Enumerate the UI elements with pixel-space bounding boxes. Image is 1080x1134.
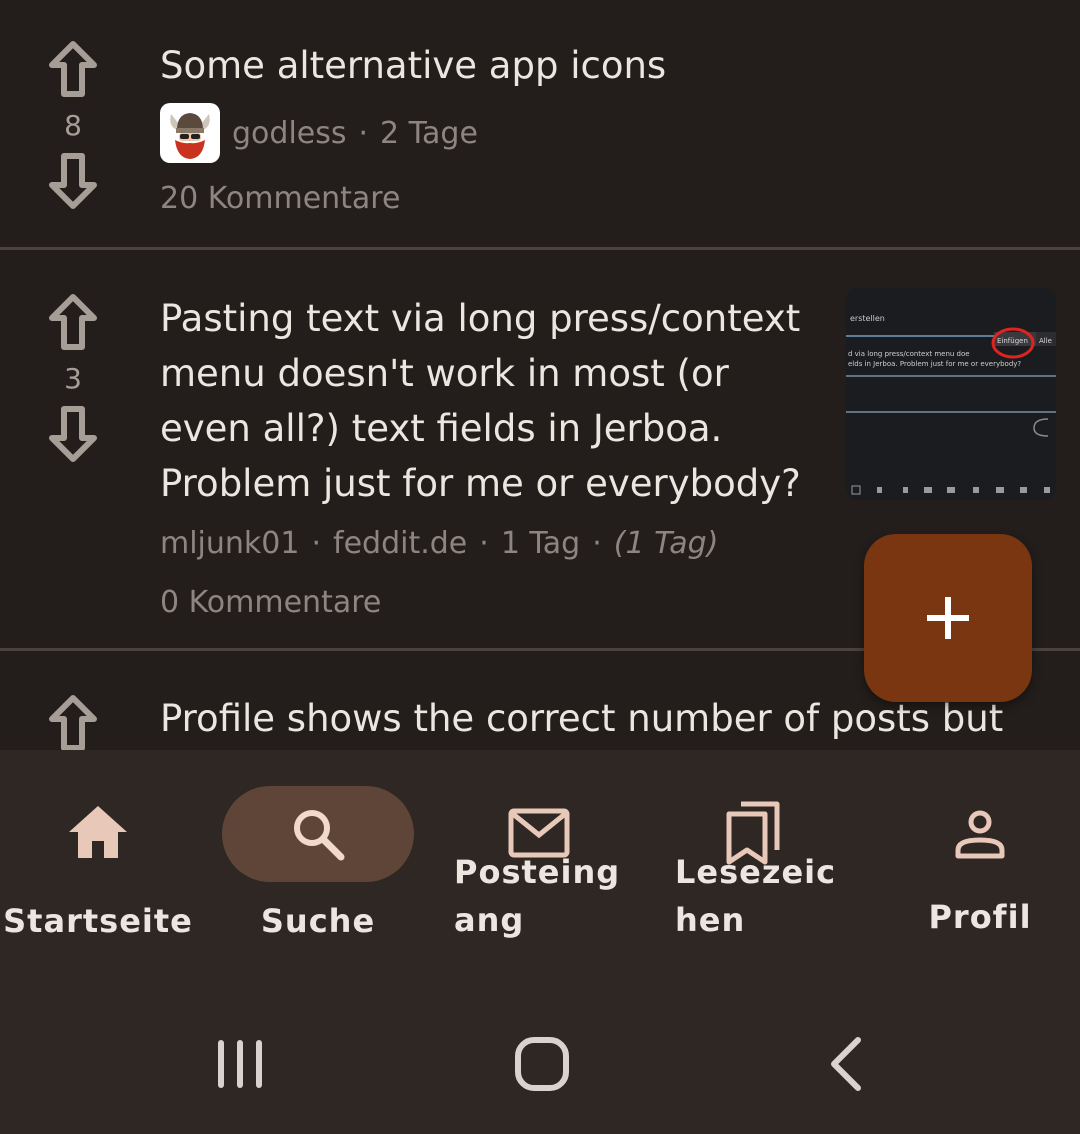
- nav-inbox[interactable]: Posteing ang: [454, 750, 624, 980]
- bottom-navigation: Startseite Suche Posteing ang Lesezeic h…: [0, 750, 1080, 980]
- vote-column: [48, 694, 98, 750]
- thumb-chip2: Alle: [1039, 337, 1052, 345]
- plus-icon: [927, 597, 969, 639]
- downvote-icon[interactable]: [48, 152, 98, 210]
- home-icon: [69, 806, 127, 858]
- vote-column: 3: [48, 293, 98, 463]
- nav-bookmarks-label-line2: hen: [675, 901, 746, 939]
- post-title[interactable]: Some alternative app icons: [160, 38, 820, 93]
- separator: ·: [311, 526, 322, 561]
- home-button-icon[interactable]: [514, 1036, 570, 1092]
- search-icon: [294, 810, 345, 861]
- post-meta: mljunk01 · feddit.de · 1 Tag · (1 Tag): [160, 526, 718, 561]
- nav-bookmarks-label: Lesezeic hen: [675, 848, 845, 944]
- post-age: 2 Tage: [380, 115, 478, 151]
- separator: ·: [358, 115, 369, 151]
- downvote-icon[interactable]: [48, 405, 98, 463]
- nav-bookmarks-label-line1: Lesezeic: [675, 853, 837, 891]
- separator: ·: [592, 526, 602, 561]
- nav-bookmarks[interactable]: Lesezeic hen: [675, 750, 845, 980]
- thumb-header: erstellen: [850, 314, 885, 323]
- post-author[interactable]: mljunk01: [160, 526, 299, 561]
- nav-search-label: Suche: [260, 902, 376, 940]
- viking-avatar-icon: [170, 113, 210, 159]
- system-navigation-bar: [0, 980, 1080, 1134]
- comment-count[interactable]: 0 Kommentare: [160, 585, 381, 620]
- screenshot-thumbnail-image: erstellen Einfügen Alle d via long press…: [846, 288, 1056, 500]
- post-age: 1 Tag: [500, 526, 581, 561]
- nav-inbox-label-line2: ang: [454, 901, 525, 939]
- post-edited: (1 Tag): [613, 526, 719, 561]
- post-meta: godless · 2 Tage: [160, 103, 478, 163]
- back-icon[interactable]: [826, 1036, 866, 1092]
- post-community[interactable]: feddit.de: [333, 526, 467, 561]
- upvote-icon[interactable]: [48, 694, 98, 750]
- post-title[interactable]: Pasting text via long press/context menu…: [160, 291, 825, 511]
- vote-column: 8: [48, 40, 98, 210]
- nav-inbox-label: Posteing ang: [454, 848, 624, 944]
- nav-profile[interactable]: Profil: [900, 750, 1060, 936]
- upvote-icon[interactable]: [48, 293, 98, 351]
- nav-profile-label: Profil: [928, 898, 1032, 936]
- score: 8: [64, 109, 82, 142]
- separator: ·: [479, 526, 489, 561]
- post-card[interactable]: 8 Some alternative app icons godless · 2…: [0, 0, 1080, 248]
- nav-search-active-indicator: [222, 786, 414, 882]
- recent-apps-icon[interactable]: [214, 1036, 266, 1092]
- comment-count[interactable]: 20 Kommentare: [160, 181, 400, 216]
- score: 3: [64, 362, 82, 395]
- thumb-line-1: d via long press/context menu doe: [848, 350, 970, 358]
- thumb-chip: Einfügen: [997, 337, 1028, 345]
- post-thumbnail[interactable]: erstellen Einfügen Alle d via long press…: [846, 288, 1056, 500]
- post-author[interactable]: godless: [232, 116, 347, 151]
- nav-home-label: Startseite: [3, 902, 193, 940]
- person-icon: [955, 810, 1005, 859]
- nav-search[interactable]: Suche: [222, 750, 414, 940]
- thumb-line-2: elds in Jerboa. Problem just for me or e…: [848, 360, 1021, 368]
- nav-inbox-label-line1: Posteing: [454, 853, 621, 891]
- nav-home[interactable]: Startseite: [0, 750, 196, 940]
- avatar[interactable]: [160, 103, 220, 163]
- create-post-button[interactable]: [864, 534, 1032, 702]
- upvote-icon[interactable]: [48, 40, 98, 98]
